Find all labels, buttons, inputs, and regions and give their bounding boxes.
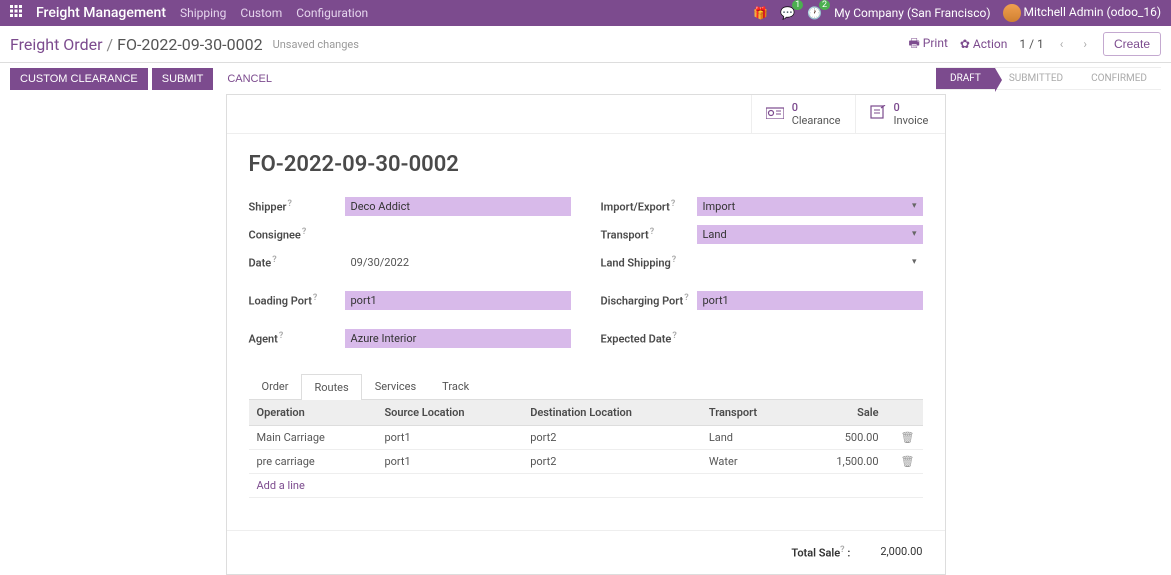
pager[interactable]: 1 / 1 [1019,37,1043,51]
discharging-port-field[interactable]: port1 [697,291,923,310]
cell-operation[interactable]: Main Carriage [249,426,377,450]
transport-field[interactable]: Land▾ [697,225,923,244]
activities-icon[interactable]: 🕐2 [807,6,822,20]
transport-label: Transport? [601,227,697,242]
delete-row-icon[interactable]: 🗑 [901,455,915,468]
form-sheet: 0Clearance 0Invoice FO-2022-09-30-0002 S… [226,94,946,575]
agent-field[interactable]: Azure Interior [345,329,571,348]
shipper-field[interactable]: Deco Addict [345,197,571,216]
chevron-down-icon: ▾ [912,229,917,239]
record-title: FO-2022-09-30-0002 [249,152,923,177]
cell-dest[interactable]: port2 [522,426,701,450]
pager-prev-icon[interactable]: ‹ [1056,37,1068,51]
create-button[interactable]: Create [1103,32,1161,56]
routes-table: Operation Source Location Destination Lo… [249,400,923,512]
user-name: Mitchell Admin (odoo_16) [1023,5,1161,19]
discharging-port-label: Discharging Port? [601,293,697,308]
print-label: Print [923,36,948,50]
col-sale: Sale [798,400,886,426]
clearance-label: Clearance [792,114,841,127]
app-name[interactable]: Freight Management [36,5,166,21]
breadcrumb-current: FO-2022-09-30-0002 [117,35,262,54]
col-transport: Transport [701,400,798,426]
cell-operation[interactable]: pre carriage [249,450,377,474]
clearance-count: 0 [792,101,841,114]
cell-transport[interactable]: Land [701,426,798,450]
action-button[interactable]: ✿ Action [960,37,1007,51]
status-draft[interactable]: DRAFT [936,67,995,90]
cell-source[interactable]: port1 [376,426,522,450]
col-operation: Operation [249,400,377,426]
table-row[interactable]: pre carriage port1 port2 Water 1,500.00 … [249,450,923,474]
table-row[interactable]: Main Carriage port1 port2 Land 500.00 🗑 [249,426,923,450]
consignee-label: Consignee? [249,227,345,242]
chevron-down-icon: ▾ [912,201,917,211]
tab-routes[interactable]: Routes [301,374,361,400]
land-shipping-label: Land Shipping? [601,255,697,270]
chevron-down-icon: ▾ [912,257,917,267]
date-label: Date? [249,255,345,270]
cancel-button[interactable]: CANCEL [217,68,282,90]
land-shipping-field[interactable]: ▾ [697,254,923,270]
col-source: Source Location [376,400,522,426]
activities-badge: 2 [819,0,830,10]
status-submitted[interactable]: SUBMITTED [995,67,1077,90]
expected-date-label: Expected Date? [601,331,697,346]
unsaved-indicator: Unsaved changes [273,38,359,51]
nav-shipping[interactable]: Shipping [180,6,226,20]
totals: Total Sale? : 2,000.00 [227,530,945,574]
agent-label: Agent? [249,331,345,346]
clearance-icon [766,105,784,123]
action-bar: CUSTOM CLEARANCE SUBMIT CANCEL DRAFT SUB… [0,63,1171,94]
import-export-label: Import/Export? [601,199,697,214]
loading-port-label: Loading Port? [249,293,345,308]
cell-transport[interactable]: Water [701,450,798,474]
total-sale-value: 2,000.00 [880,545,922,560]
company-switcher[interactable]: My Company (San Francisco) [834,6,990,20]
invoice-label: Invoice [894,114,929,127]
stat-invoice-button[interactable]: 0Invoice [855,95,945,133]
import-export-field[interactable]: Import▾ [697,197,923,216]
tabs: Order Routes Services Track [249,373,923,400]
loading-port-field[interactable]: port1 [345,291,571,310]
nav-configuration[interactable]: Configuration [296,6,368,20]
cell-sale[interactable]: 1,500.00 [798,450,886,474]
messages-icon[interactable]: 💬1 [780,6,795,20]
expected-date-field[interactable] [697,335,923,341]
invoice-count: 0 [894,101,929,114]
cell-source[interactable]: port1 [376,450,522,474]
cell-dest[interactable]: port2 [522,450,701,474]
tab-order[interactable]: Order [249,373,302,399]
nav-custom[interactable]: Custom [240,6,282,20]
delete-row-icon[interactable]: 🗑 [901,431,915,444]
total-sale-label: Total Sale? : [791,545,850,560]
print-button[interactable]: 🖶 Print [908,34,947,55]
cell-sale[interactable]: 500.00 [798,426,886,450]
user-menu[interactable]: Mitchell Admin (odoo_16) [1003,4,1162,22]
custom-clearance-button[interactable]: CUSTOM CLEARANCE [10,68,148,90]
add-line-button[interactable]: Add a line [257,479,305,492]
breadcrumb-bar: Freight Order / FO-2022-09-30-0002 Unsav… [0,26,1171,63]
consignee-field[interactable] [345,231,571,237]
status-bar: DRAFT SUBMITTED CONFIRMED [936,67,1161,90]
action-label: Action [973,37,1007,51]
invoice-icon [870,105,886,123]
pager-next-icon[interactable]: › [1079,37,1091,51]
top-nav: Freight Management Shipping Custom Confi… [0,0,1171,26]
messages-badge: 1 [792,0,803,10]
date-field[interactable]: 09/30/2022 [345,253,571,272]
tab-services[interactable]: Services [362,373,429,399]
apps-icon[interactable] [10,5,22,21]
breadcrumb-sep: / [107,35,114,54]
submit-button[interactable]: SUBMIT [152,68,214,90]
breadcrumb-root[interactable]: Freight Order [10,35,103,54]
stat-clearance-button[interactable]: 0Clearance [751,95,855,133]
status-confirmed[interactable]: CONFIRMED [1077,67,1161,90]
shipper-label: Shipper? [249,199,345,214]
col-dest: Destination Location [522,400,701,426]
tab-track[interactable]: Track [429,373,482,399]
gift-icon[interactable]: 🎁 [753,6,768,20]
stat-buttons: 0Clearance 0Invoice [227,95,945,134]
avatar-icon [1003,4,1021,22]
